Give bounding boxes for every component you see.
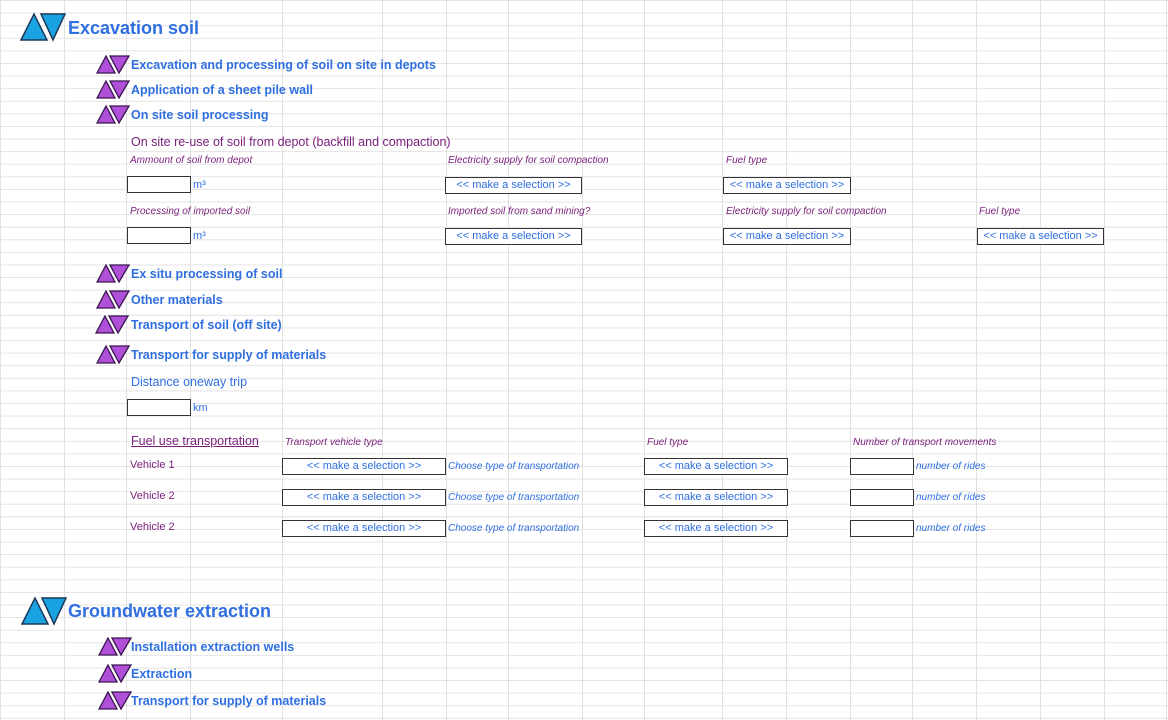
item-ex-situ[interactable]: Ex situ processing of soil: [131, 267, 282, 281]
electricity-label-2: Electricity supply for soil compaction: [726, 206, 887, 217]
expand-collapse-icon[interactable]: [96, 80, 130, 100]
reuse-heading: On site re-use of soil from depot (backf…: [131, 135, 451, 149]
item-extraction[interactable]: Extraction: [131, 667, 192, 681]
fuel-select[interactable]: << make a selection >>: [644, 489, 788, 506]
electricity-label: Electricity supply for soil compaction: [448, 155, 609, 166]
fuel-type-header: Fuel type: [647, 437, 689, 448]
distance-input[interactable]: [127, 399, 191, 416]
item-on-site[interactable]: On site soil processing: [131, 108, 269, 122]
fuel-type-label: Fuel type: [726, 155, 768, 166]
fuel-type-label-2: Fuel type: [979, 206, 1021, 217]
expand-collapse-icon[interactable]: [96, 290, 130, 310]
processing-label: Processing of imported soil: [130, 206, 251, 217]
type-hint: Choose type of transportation: [448, 523, 580, 534]
sand-mining-label: Imported soil from sand mining?: [448, 206, 591, 217]
item-sheet-pile[interactable]: Application of a sheet pile wall: [131, 83, 313, 97]
expand-collapse-icon[interactable]: [95, 315, 129, 335]
rides-hint: number of rides: [916, 461, 986, 472]
type-hint: Choose type of transportation: [448, 492, 580, 503]
section-title-excavation: Excavation soil: [68, 18, 200, 38]
section-title-groundwater: Groundwater extraction: [68, 601, 272, 621]
vehicle-type-select[interactable]: << make a selection >>: [282, 520, 446, 537]
item-other-materials[interactable]: Other materials: [131, 293, 223, 307]
expand-collapse-icon[interactable]: [96, 55, 130, 75]
expand-collapse-icon[interactable]: [21, 596, 67, 626]
expand-collapse-icon[interactable]: [98, 664, 132, 684]
unit-m3: m³: [193, 230, 206, 242]
unit-m3: m³: [193, 179, 206, 191]
sand-mining-select[interactable]: << make a selection >>: [445, 228, 582, 245]
fuel-select[interactable]: << make a selection >>: [644, 458, 788, 475]
vehicle-type-select[interactable]: << make a selection >>: [282, 489, 446, 506]
fuel-type-select[interactable]: << make a selection >>: [723, 177, 851, 194]
electricity-select[interactable]: << make a selection >>: [445, 177, 582, 194]
type-hint: Choose type of transportation: [448, 461, 580, 472]
fuel-select[interactable]: << make a selection >>: [644, 520, 788, 537]
expand-collapse-icon[interactable]: [98, 691, 132, 711]
rides-input[interactable]: [850, 520, 914, 537]
item-transport-supply[interactable]: Transport for supply of materials: [131, 348, 326, 362]
item-extraction-wells[interactable]: Installation extraction wells: [131, 640, 294, 654]
item-gw-transport-supply[interactable]: Transport for supply of materials: [131, 694, 326, 708]
amount-input[interactable]: [127, 176, 191, 193]
distance-label: Distance oneway trip: [131, 375, 248, 389]
rides-hint: number of rides: [916, 523, 986, 534]
vehicle-label: Vehicle 1: [130, 459, 175, 471]
expand-collapse-icon[interactable]: [96, 345, 130, 365]
expand-collapse-icon[interactable]: [98, 637, 132, 657]
vehicle-label: Vehicle 2: [130, 521, 175, 533]
rides-input[interactable]: [850, 458, 914, 475]
expand-collapse-icon[interactable]: [20, 12, 66, 42]
item-transport-offsite[interactable]: Transport of soil (off site): [131, 318, 282, 332]
vehicle-type-select[interactable]: << make a selection >>: [282, 458, 446, 475]
item-depots[interactable]: Excavation and processing of soil on sit…: [131, 58, 436, 72]
processing-input[interactable]: [127, 227, 191, 244]
expand-collapse-icon[interactable]: [96, 264, 130, 284]
movements-header: Number of transport movements: [853, 437, 997, 448]
rides-input[interactable]: [850, 489, 914, 506]
fuel-use-heading: Fuel use transportation: [131, 434, 259, 448]
rides-hint: number of rides: [916, 492, 986, 503]
electricity-select-2[interactable]: << make a selection >>: [723, 228, 851, 245]
vehicle-label: Vehicle 2: [130, 490, 175, 502]
unit-km: km: [193, 402, 208, 414]
fuel-type-select-2[interactable]: << make a selection >>: [977, 228, 1104, 245]
expand-collapse-icon[interactable]: [96, 105, 130, 125]
vehicle-type-header: Transport vehicle type: [285, 437, 383, 448]
amount-label: Ammount of soil from depot: [130, 155, 253, 166]
